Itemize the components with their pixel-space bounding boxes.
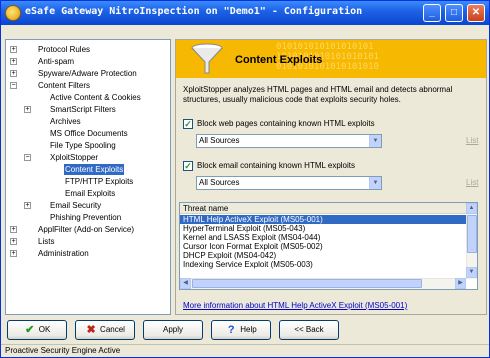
- app-icon: [5, 5, 21, 21]
- collapse-icon[interactable]: −: [10, 82, 17, 89]
- tree-item-label: Lists: [38, 237, 55, 246]
- block-email-checkbox[interactable]: ✓: [183, 160, 193, 171]
- table-row[interactable]: Kernel and LSASS Exploit (MS04-044): [180, 233, 466, 242]
- tree-item-label: File Type Spooling: [50, 141, 116, 150]
- tree-item-label: XploitStopper: [50, 153, 99, 162]
- collapse-icon[interactable]: −: [24, 154, 31, 161]
- horizontal-scrollbar[interactable]: ◀ ▶: [180, 278, 466, 289]
- expand-icon[interactable]: +: [24, 106, 31, 113]
- more-info-link[interactable]: More information about HTML Help ActiveX…: [183, 301, 407, 310]
- tree-item-label: Spyware/Adware Protection: [38, 69, 137, 78]
- content-exploits-panel: 010101010101010101 1010101010101010101 0…: [175, 39, 487, 315]
- table-row[interactable]: DHCP Exploit (MS04-042): [180, 251, 466, 260]
- block-email-checkbox-row[interactable]: ✓ Block email containing known HTML explo…: [183, 160, 355, 172]
- minimize-button[interactable]: _: [423, 4, 441, 22]
- ok-label: OK: [38, 325, 51, 334]
- vertical-scrollbar[interactable]: ▲ ▼: [466, 203, 477, 279]
- dropdown-arrow-icon[interactable]: ▼: [369, 135, 381, 147]
- tree-item-label: Email Security: [50, 201, 102, 210]
- panel-description: XploitStopper analyzes HTML pages and HT…: [183, 85, 453, 104]
- select-value: All Sources: [199, 136, 240, 145]
- table-row[interactable]: HTML Help ActiveX Exploit (MS05-001): [180, 215, 466, 224]
- block-web-label: Block web pages containing known HTML ex…: [197, 119, 375, 128]
- navigation-tree[interactable]: + Protocol Rules + Anti-spam + Spyware/A…: [5, 39, 171, 315]
- cancel-label: Cancel: [100, 325, 125, 334]
- expand-icon[interactable]: +: [10, 46, 17, 53]
- tree-item-label: Content Exploits: [64, 164, 125, 175]
- funnel-icon: [191, 43, 223, 74]
- config-window: eSafe Gateway NitroInspection on "Demo1"…: [0, 0, 490, 358]
- banner-bits-line: 010101010101010101: [276, 42, 374, 52]
- scroll-right-icon[interactable]: ▶: [455, 278, 466, 289]
- tree-item-label: SmartScript Filters: [50, 105, 116, 114]
- ok-button[interactable]: ✔ OK: [7, 320, 67, 340]
- expand-icon[interactable]: +: [10, 70, 17, 77]
- apply-button[interactable]: Apply: [143, 320, 203, 340]
- status-bar: Proactive Security Engine Active: [1, 344, 489, 357]
- title-bar[interactable]: eSafe Gateway NitroInspection on "Demo1"…: [1, 1, 489, 25]
- block-web-list-link[interactable]: List: [466, 136, 478, 145]
- table-row[interactable]: Indexing Service Exploit (MS05-003): [180, 260, 466, 269]
- window-title: eSafe Gateway NitroInspection on "Demo1"…: [25, 6, 363, 17]
- tree-item-label: Content Filters: [38, 81, 91, 90]
- tree-item-label: Anti-spam: [38, 57, 75, 66]
- back-label: << Back: [294, 325, 324, 334]
- help-icon: ?: [227, 324, 235, 336]
- tree-item-label: MS Office Documents: [50, 129, 128, 138]
- tree-item-label: ApplFilter (Add-on Service): [38, 225, 135, 234]
- cancel-button[interactable]: ✖ Cancel: [75, 320, 135, 340]
- panel-banner: 010101010101010101 1010101010101010101 0…: [176, 40, 486, 78]
- tree-item-label: Active Content & Cookies: [50, 93, 141, 102]
- help-button[interactable]: ? Help: [211, 320, 271, 340]
- expand-icon[interactable]: +: [10, 58, 17, 65]
- block-email-source-select[interactable]: All Sources ▼: [196, 176, 382, 190]
- block-web-checkbox[interactable]: ✓: [183, 118, 193, 129]
- tree-item-label: Archives: [50, 117, 81, 126]
- x-icon: ✖: [86, 324, 96, 336]
- expand-icon[interactable]: +: [10, 250, 17, 257]
- apply-label: Apply: [162, 325, 183, 334]
- block-email-list-link[interactable]: List: [466, 178, 478, 187]
- check-icon: ✔: [25, 324, 35, 336]
- expand-icon[interactable]: +: [10, 226, 17, 233]
- table-row[interactable]: Cursor Icon Format Exploit (MS05-002): [180, 242, 466, 251]
- panel-title: Content Exploits: [235, 54, 323, 66]
- tree-item-label: Phishing Prevention: [50, 213, 122, 222]
- scroll-down-icon[interactable]: ▼: [466, 267, 477, 278]
- block-web-checkbox-row[interactable]: ✓ Block web pages containing known HTML e…: [183, 118, 375, 130]
- close-button[interactable]: ✕: [467, 4, 485, 22]
- help-label: Help: [240, 325, 257, 334]
- scroll-up-icon[interactable]: ▲: [466, 203, 477, 214]
- threat-list[interactable]: Threat name HTML Help ActiveX Exploit (M…: [179, 202, 478, 290]
- horizontal-scroll-thumb[interactable]: [192, 279, 422, 288]
- tree-item-label: Email Exploits: [65, 189, 116, 198]
- vertical-scroll-thumb[interactable]: [467, 215, 477, 253]
- maximize-button[interactable]: □: [445, 4, 463, 22]
- threat-name-column-header[interactable]: Threat name: [180, 203, 466, 214]
- tree-item-label: Administration: [38, 249, 89, 258]
- table-row[interactable]: HyperTerminal Exploit (MS05-043): [180, 224, 466, 233]
- tree-item-label: Protocol Rules: [38, 45, 91, 54]
- expand-icon[interactable]: +: [24, 202, 31, 209]
- block-email-label: Block email containing known HTML exploi…: [197, 161, 355, 170]
- scroll-left-icon[interactable]: ◀: [180, 278, 191, 289]
- dropdown-arrow-icon[interactable]: ▼: [369, 177, 381, 189]
- back-button[interactable]: << Back: [279, 320, 339, 340]
- block-web-source-select[interactable]: All Sources ▼: [196, 134, 382, 148]
- select-value: All Sources: [199, 178, 240, 187]
- expand-icon[interactable]: +: [10, 238, 17, 245]
- tree-item-label: FTP/HTTP Exploits: [65, 177, 134, 186]
